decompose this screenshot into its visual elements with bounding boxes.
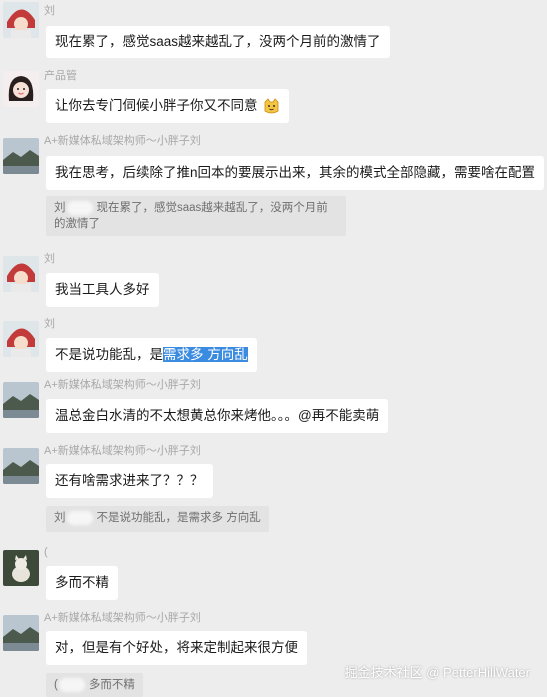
- message-bubble[interactable]: 多而不精: [46, 566, 118, 600]
- avatar-landscape-icon[interactable]: [3, 382, 39, 418]
- avatar-landscape-icon[interactable]: [3, 138, 39, 174]
- sender-name: 刘: [44, 253, 55, 265]
- blurred-name: [66, 200, 93, 215]
- message-bubble[interactable]: 温总金白水清的不太想黄总你来烤他。。。@再不能卖萌: [46, 399, 389, 433]
- avatar-anime-girl-icon[interactable]: [3, 321, 39, 357]
- sender-name: 刘: [44, 318, 55, 330]
- message-bubble[interactable]: 对，但是有个好处，将来定制起来很方便: [46, 631, 307, 665]
- sender-name: A+新媒体私域架构师～小胖子刘: [44, 445, 201, 457]
- avatar-landscape-icon[interactable]: [3, 615, 39, 651]
- message-text: 不是说功能乱，是: [55, 347, 163, 362]
- sender-name: 刘: [44, 5, 55, 17]
- quote-text-line-1: 不是说功能乱，是需求多 方向乱: [96, 512, 261, 524]
- quote-text-line-2: 的激情了: [54, 218, 100, 230]
- message-bubble[interactable]: 不是说功能乱，是需求多 方向乱: [46, 338, 257, 372]
- avatar-anime-girl-icon[interactable]: [3, 2, 39, 38]
- avatar-landscape-icon[interactable]: [3, 448, 39, 484]
- blurred-name: [66, 510, 93, 525]
- message-bubble[interactable]: 我在思考，后续除了推n回本的要展示出来，其余的模式全部隐藏，需要啥在配置: [46, 156, 545, 190]
- sender-name: A+新媒体私域架构师～小胖子刘: [44, 379, 201, 391]
- selected-text[interactable]: 需求多 方向乱: [163, 347, 248, 362]
- message-bubble[interactable]: 现在累了，感觉saas越来越乱了，没两个月前的激情了: [46, 26, 390, 58]
- quoted-message[interactable]: 刘 现在累了，感觉saas越来越乱了，没两个月前 的激情了: [46, 196, 346, 236]
- avatar-anime-girl-icon[interactable]: [3, 256, 39, 292]
- sender-name: A+新媒体私域架构师～小胖子刘: [44, 135, 201, 147]
- avatar-girl-icon[interactable]: [3, 71, 39, 107]
- watermark: 掘金技术社区 @ PetterHillWater: [344, 665, 530, 680]
- blurred-name: [58, 677, 85, 692]
- quoted-message[interactable]: ( 多而不精: [46, 673, 143, 697]
- quote-text-line-1: 现在累了，感觉saas越来越乱了，没两个月前: [96, 202, 328, 214]
- sender-name: A+新媒体私域架构师～小胖子刘: [44, 612, 201, 624]
- quote-sender: 刘: [54, 512, 66, 524]
- avatar-cat-icon[interactable]: [3, 550, 39, 586]
- message-bubble[interactable]: 还有啥需求进来了？？？: [46, 464, 213, 498]
- cat-face-emoji-icon: [264, 98, 279, 114]
- sender-name: 产品管: [44, 70, 77, 82]
- sender-name: (: [44, 546, 48, 558]
- message-bubble[interactable]: 让你去专门伺候小胖子你又不同意: [46, 89, 290, 123]
- message-bubble[interactable]: 我当工具人多好: [46, 273, 159, 307]
- quote-sender: 刘: [54, 202, 66, 214]
- quote-sender: (: [54, 679, 58, 691]
- message-text: 让你去专门伺候小胖子你又不同意: [55, 98, 258, 113]
- quote-text-line-1: 多而不精: [88, 679, 135, 691]
- quoted-message[interactable]: 刘 不是说功能乱，是需求多 方向乱: [46, 506, 269, 532]
